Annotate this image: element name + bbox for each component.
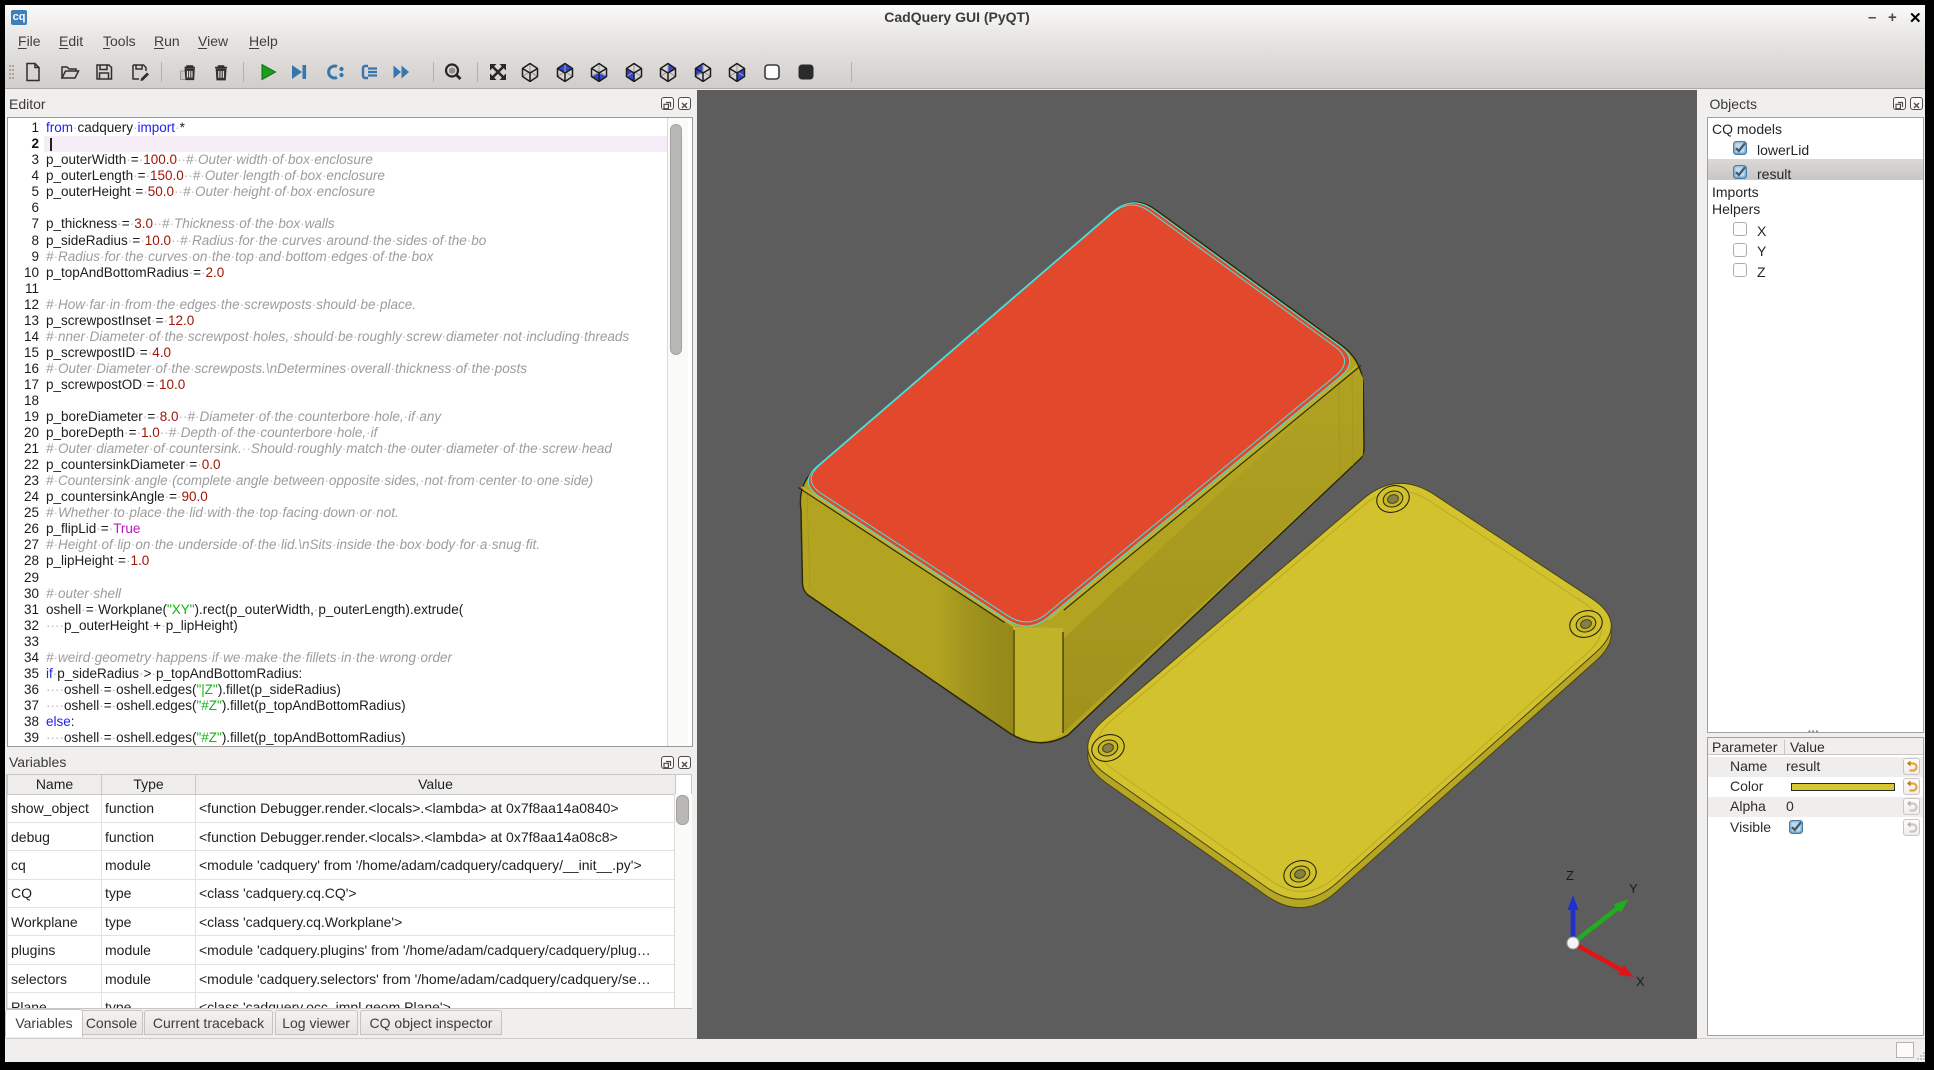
svg-text:Y: Y [1629, 881, 1638, 896]
svg-text:X: X [1636, 974, 1645, 989]
svg-text:Z: Z [1566, 868, 1574, 883]
